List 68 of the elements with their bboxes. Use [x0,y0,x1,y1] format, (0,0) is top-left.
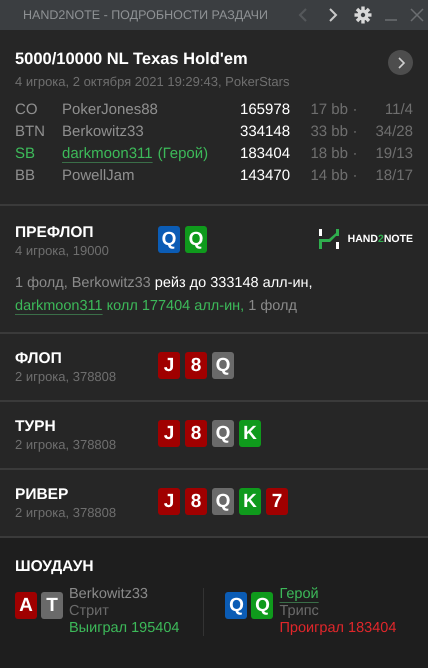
result-text: Выиграл 195404 [69,620,180,636]
position-label: SB [15,145,36,162]
showdown-title: ШОУДАУН [15,558,95,576]
player-name: Berkowitz33 [62,123,144,140]
logo-icon [318,228,340,250]
player-link[interactable]: darkmoon311 [15,298,103,314]
playing-card: J [158,352,180,379]
playing-card: Q [251,592,274,619]
player-name: PowellJam [62,167,135,184]
stack-bb: 33 bb [309,123,348,140]
playing-card: T [41,592,63,619]
hand-rank: Трипс [279,603,319,619]
playing-card: K [239,420,261,447]
separator-dot: · [352,167,358,184]
action-summary: 1 фолд, Berkowitz33 рейз до 333148 алл-ин, darkmoon311 колл 177404 алл-ин, 1 фолд [15,274,314,316]
street-info: 2 игрока, 378808 [15,437,118,452]
stack-amount: 143470 [240,167,292,184]
playing-card: 7 [266,488,288,515]
stack-amount: 165978 [240,101,292,118]
chevron-right-icon [396,56,404,68]
position-label: BB [15,167,36,184]
stack-bb: 17 bb [309,101,348,118]
position-label: CO [15,101,38,118]
playing-card: Q [158,226,180,253]
stack-bb: 18 bb [309,145,348,162]
separator-dot: · [352,101,358,118]
street-info: 2 игрока, 378808 [15,369,118,384]
next-hand-button[interactable] [388,50,413,75]
hand-title: 5000/10000 NL Texas Hold'em [15,50,249,69]
player-stats: 11/4 [384,101,413,118]
player-stats: 18/17 [374,167,413,184]
separator-dot: · [352,123,358,140]
street-title: ФЛОП [15,350,63,368]
stack-bb: 14 bb [309,167,348,184]
playing-card: A [15,592,37,619]
playing-card: J [158,488,180,515]
street-info: 2 игрока, 378808 [15,505,118,520]
playing-card: 8 [185,420,207,447]
hand-subtitle: 4 игрока, 2 октября 2021 19:29:43, PokerStars [15,74,290,89]
street-title: РИВЕР [15,486,70,504]
stack-amount: 334148 [240,123,292,140]
playing-card: 8 [185,488,207,515]
player-stats: 34/28 [374,123,413,140]
playing-card: J [158,420,180,447]
player-name[interactable]: Герой [279,586,319,602]
playing-card: 8 [185,352,207,379]
street-title: ПРЕФЛОП [15,224,95,242]
stack-amount: 183404 [240,145,292,162]
logo-text: HAND2NOTE [348,233,413,245]
player-name[interactable]: darkmoon311 [62,145,153,162]
window-title: HAND2NOTE - ПОДРОБНОСТИ РАЗДАЧИ [23,8,268,22]
street-info: 4 игрока, 19000 [15,243,110,258]
separator-dot: · [352,145,358,162]
playing-card: Q [212,420,234,447]
player-name: PokerJones88 [62,101,158,118]
hand-rank: Стрит [69,603,109,619]
result-text: Проиграл 183404 [279,620,396,636]
player-stats: 19/13 [374,145,413,162]
playing-card: Q [225,592,248,619]
player-name: Berkowitz33 [69,586,148,602]
hero-tag: (Герой) [158,145,208,162]
street-title: ТУРН [15,418,57,436]
playing-card: Q [185,226,207,253]
settings-icon[interactable] [354,6,372,24]
playing-card: Q [212,488,234,515]
playing-card: K [239,488,261,515]
position-label: BTN [15,123,46,140]
playing-card: Q [212,352,234,379]
